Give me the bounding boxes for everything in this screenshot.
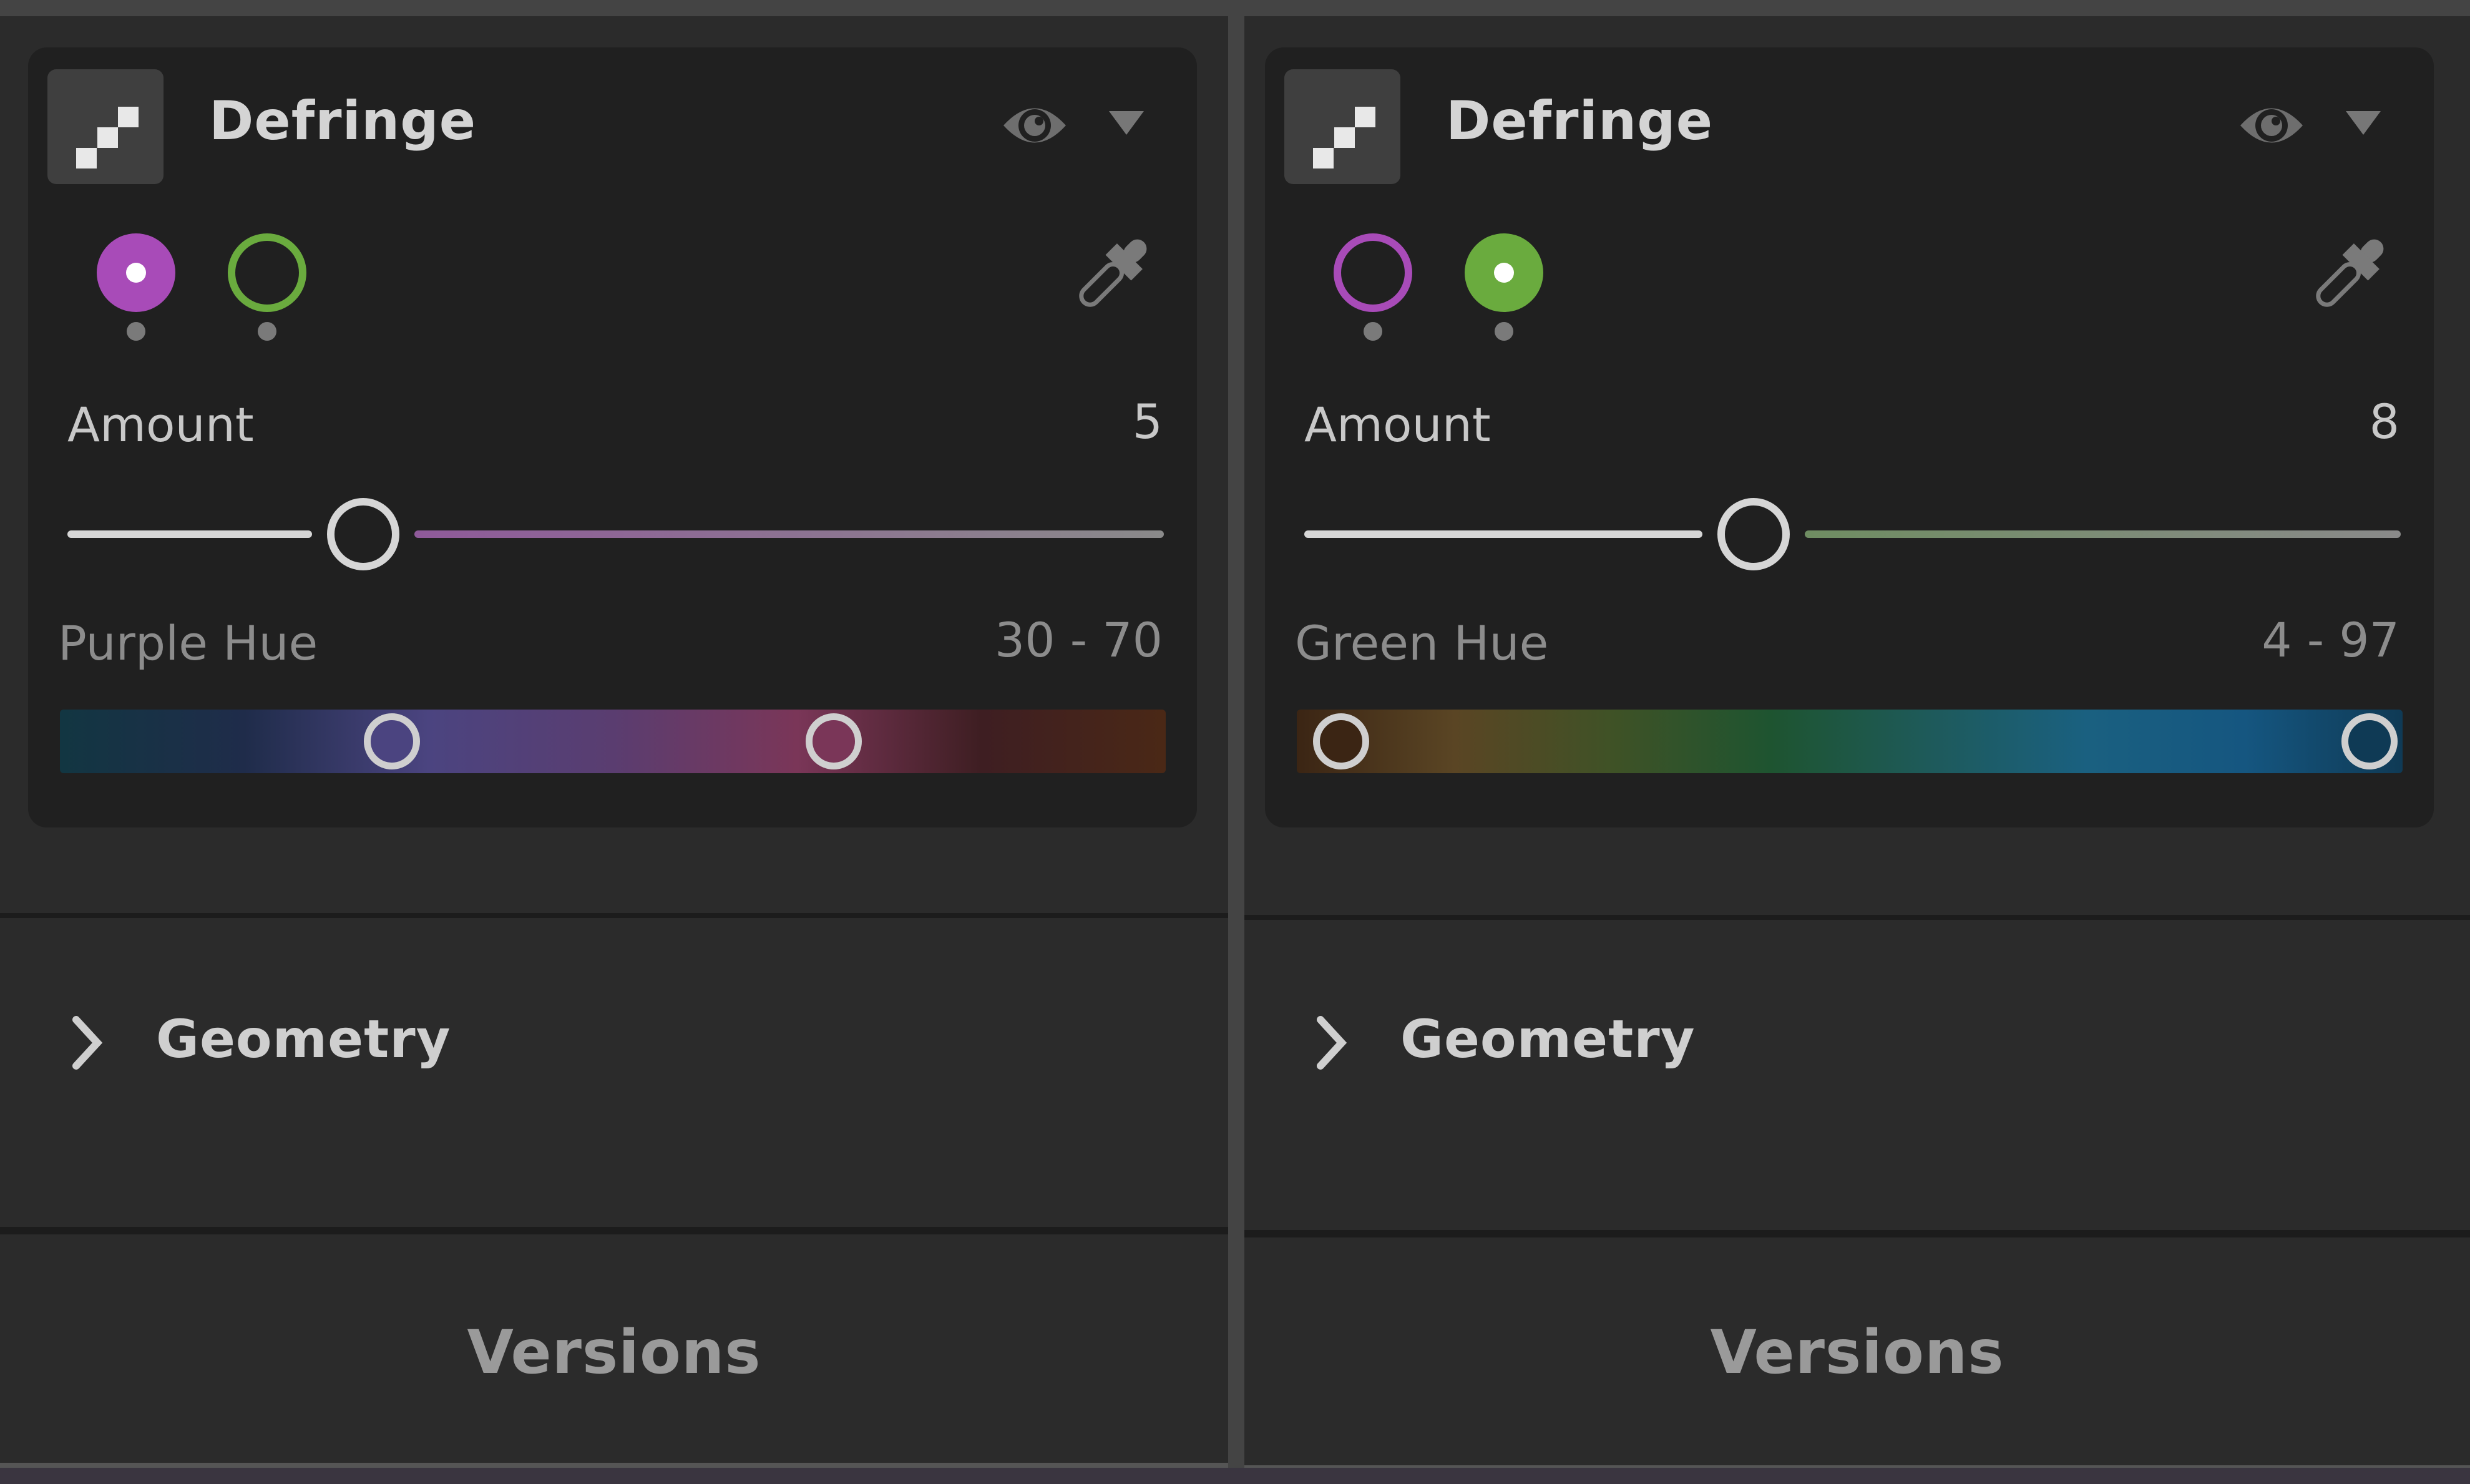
geometry-section-header[interactable] [1244,918,2470,1230]
eyedropper-icon[interactable] [1064,228,1158,325]
swatch-dot [127,322,145,341]
hue-thumb-high[interactable] [2341,713,2398,769]
section-title: Defringe [1446,90,1714,152]
caret-down-icon[interactable] [1108,110,1145,140]
section-title: Defringe [209,90,477,152]
hue-range-slider[interactable] [1297,710,2403,773]
eyedropper-icon[interactable] [2301,228,2394,325]
defringe-icon[interactable] [47,69,164,184]
geometry-section-header[interactable] [0,918,1228,1230]
selected-indicator [1494,263,1514,283]
hue-label: Green Hue [1295,615,1549,671]
slider-thumb[interactable] [1717,498,1790,570]
versions-button[interactable]: Versions [1244,1317,2470,1387]
slider-thumb[interactable] [327,498,400,570]
swatch-dot [1364,322,1382,341]
selected-indicator [126,263,146,283]
bottom-strip [0,1468,2470,1484]
amount-slider[interactable] [1304,498,2401,570]
eye-icon[interactable] [2237,97,2306,156]
defringe-card: Defringe Amount 8 Green Hue 4 - 97 [1265,47,2434,827]
green-swatch[interactable] [1465,233,1543,312]
slider-track-filled [1304,530,1703,538]
hue-label: Purple Hue [58,615,318,671]
swatch-dot [1495,322,1513,341]
defringe-card: Defringe Amount 5 Purple Hue 30 - 70 [28,47,1197,827]
slider-track-remaining [1805,530,2401,538]
amount-label: Amount [1304,397,1491,452]
slider-track-filled [67,530,313,538]
swatch-dot [258,322,276,341]
hue-range-value[interactable]: 4 - 97 [2262,612,2399,668]
section-divider [0,913,1228,918]
hue-thumb-high[interactable] [806,713,862,769]
defringe-icon[interactable] [1284,69,1400,184]
eye-icon[interactable] [1000,97,1069,156]
geometry-label[interactable]: Geometry [156,1008,451,1070]
amount-value[interactable]: 5 [1133,394,1163,449]
chevron-right-icon[interactable] [1313,1015,1350,1073]
chevron-right-icon[interactable] [69,1015,106,1073]
amount-label: Amount [67,397,254,452]
versions-button[interactable]: Versions [0,1317,1228,1387]
edit-panel-right: Defringe Amount 8 Green Hue 4 - 97 Geome… [1244,16,2470,1468]
amount-value[interactable]: 8 [2370,394,2399,449]
panel-divider [1228,0,1244,1484]
edit-panel-left: Defringe Amount 5 Purple Hue 30 - 70 Geo… [0,16,1228,1468]
amount-slider[interactable] [67,498,1164,570]
slider-track-remaining [414,530,1164,538]
hue-range-slider[interactable] [60,710,1166,773]
panel-bottom-edge [0,1463,1228,1468]
hue-thumb-low[interactable] [1312,713,1369,769]
hue-range-value[interactable]: 30 - 70 [995,612,1163,668]
caret-down-icon[interactable] [2345,110,2382,140]
green-swatch[interactable] [228,233,306,312]
section-divider [1244,1230,2470,1237]
hue-thumb-low[interactable] [363,713,420,769]
purple-swatch[interactable] [1334,233,1412,312]
geometry-label[interactable]: Geometry [1400,1008,1695,1070]
section-divider [0,1227,1228,1234]
purple-swatch[interactable] [97,233,175,312]
